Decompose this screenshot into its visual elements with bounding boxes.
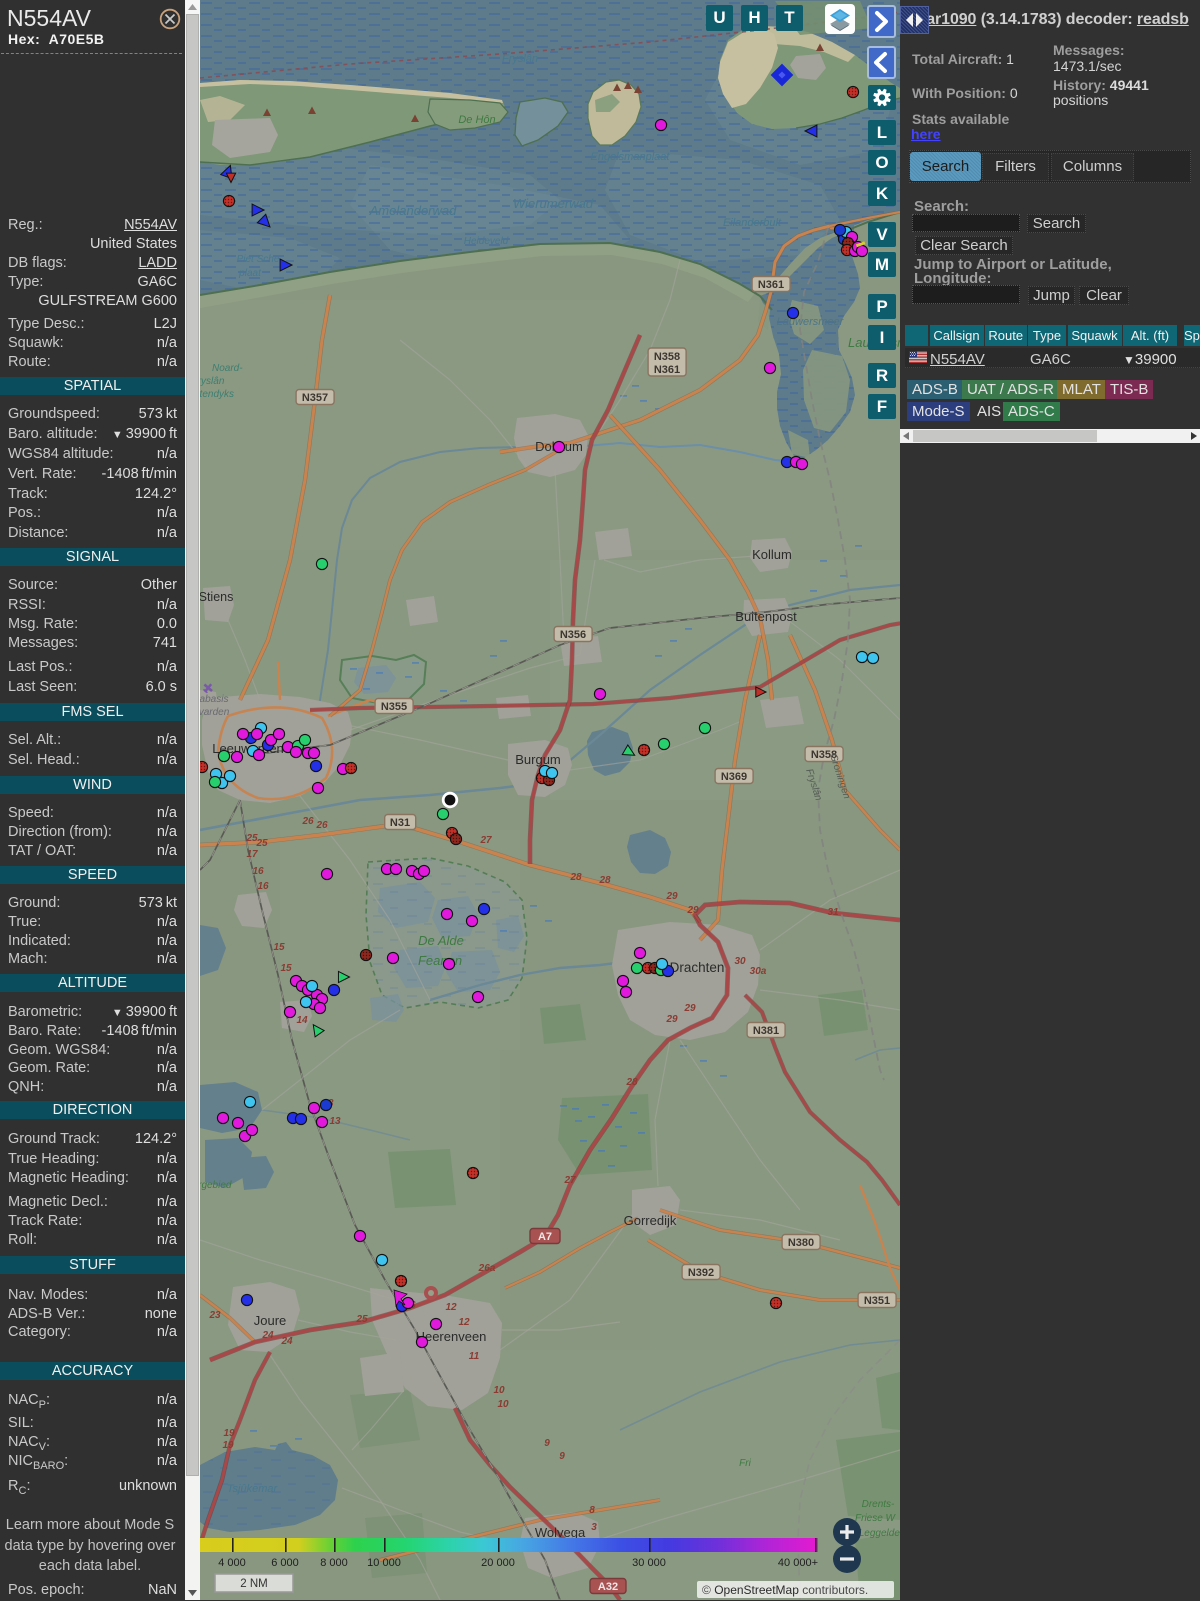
svg-text:27: 27: [479, 835, 492, 846]
svg-text:15: 15: [280, 963, 292, 974]
svg-text:ûtendyks: ûtendyks: [200, 389, 234, 400]
svg-text:Buitenpost: Buitenpost: [735, 609, 797, 624]
svg-text:24: 24: [261, 1330, 274, 1341]
svg-text:N31: N31: [390, 817, 410, 829]
svg-text:29: 29: [665, 891, 678, 902]
svg-text:Feanen: Feanen: [418, 953, 462, 968]
svg-text:3: 3: [591, 1522, 597, 1533]
svg-text:Leggelder: Leggelder: [859, 1528, 900, 1539]
svg-text:20 000: 20 000: [481, 1557, 515, 1569]
svg-text:28: 28: [625, 1077, 638, 1088]
svg-text:N351: N351: [864, 1295, 890, 1307]
svg-text:Joure: Joure: [254, 1313, 287, 1328]
svg-text:varden: varden: [200, 707, 230, 718]
svg-text:13: 13: [329, 1116, 341, 1127]
svg-text:N358: N358: [654, 351, 680, 363]
svg-text:abasis: abasis: [200, 694, 228, 705]
svg-text:30: 30: [734, 956, 746, 967]
svg-text:10: 10: [493, 1385, 505, 1396]
svg-text:14: 14: [296, 1015, 308, 1026]
svg-text:A32: A32: [598, 1581, 618, 1593]
svg-text:4 000: 4 000: [218, 1557, 246, 1569]
svg-text:N361: N361: [654, 364, 680, 376]
svg-text:N380: N380: [788, 1237, 814, 1249]
svg-text:Friese W: Friese W: [855, 1513, 897, 1524]
svg-text:De Hôn: De Hôn: [458, 114, 495, 126]
svg-text:Lauwersmeer: Lauwersmeer: [777, 316, 845, 328]
svg-text:Fryslân: Fryslân: [200, 376, 225, 387]
svg-text:29: 29: [683, 1003, 696, 1014]
svg-text:Kollum: Kollum: [752, 547, 792, 562]
svg-text:25: 25: [355, 1314, 368, 1325]
svg-text:6 000: 6 000: [271, 1557, 299, 1569]
svg-text:30 000: 30 000: [632, 1557, 666, 1569]
svg-text:N356: N356: [560, 629, 586, 641]
svg-text:16: 16: [257, 881, 269, 892]
svg-text:19: 19: [223, 1428, 235, 1439]
svg-text:Stiens: Stiens: [200, 590, 233, 604]
svg-text:28: 28: [598, 875, 611, 886]
svg-text:24: 24: [280, 1336, 293, 1347]
svg-text:Engelsmanplaat: Engelsmanplaat: [591, 151, 671, 163]
svg-text:29: 29: [665, 1014, 678, 1025]
svg-text:19: 19: [222, 1440, 234, 1451]
svg-text:N392: N392: [688, 1267, 714, 1279]
svg-text:30a: 30a: [750, 966, 767, 977]
svg-text:N361: N361: [758, 279, 784, 291]
svg-text:29: 29: [686, 905, 699, 916]
svg-text:Drachten: Drachten: [670, 960, 725, 975]
svg-text:ergebied: ergebied: [200, 1180, 232, 1191]
svg-text:26: 26: [301, 816, 314, 827]
svg-text:25: 25: [255, 838, 268, 849]
svg-text:11: 11: [469, 1351, 480, 1362]
svg-text:8: 8: [589, 1505, 595, 1516]
svg-text:Gorredijk: Gorredijk: [624, 1213, 677, 1228]
svg-text:2 NM: 2 NM: [240, 1578, 267, 1590]
svg-text:N369: N369: [721, 771, 747, 783]
svg-text:Fri: Fri: [739, 1458, 751, 1469]
svg-text:9: 9: [544, 1438, 550, 1449]
svg-text:26: 26: [315, 820, 328, 831]
svg-text:Wolvega: Wolvega: [535, 1525, 586, 1540]
svg-text:Drents-: Drents-: [862, 1499, 895, 1510]
svg-text:12: 12: [458, 1317, 470, 1328]
svg-text:Piet Sche: Piet Sche: [237, 254, 280, 265]
svg-text:10: 10: [497, 1399, 509, 1410]
svg-text:40 000+: 40 000+: [778, 1557, 818, 1569]
svg-text:8 000: 8 000: [320, 1557, 348, 1569]
svg-text:9: 9: [559, 1451, 565, 1462]
svg-text:12: 12: [445, 1302, 457, 1313]
svg-text:23: 23: [208, 1310, 221, 1321]
svg-text:Tsjûkemar: Tsjûkemar: [227, 1483, 279, 1495]
svg-text:De Alde: De Alde: [418, 933, 464, 948]
svg-text:26a: 26a: [478, 1263, 496, 1274]
svg-text:Amelanderwad: Amelanderwad: [369, 203, 457, 218]
svg-text:Heideveld: Heideveld: [464, 236, 509, 247]
svg-text:N381: N381: [753, 1025, 779, 1037]
svg-text:10 000: 10 000: [367, 1557, 401, 1569]
svg-text:Eilanderbult: Eilanderbult: [723, 217, 782, 229]
svg-text:Burgum: Burgum: [515, 752, 561, 767]
svg-text:Wierumerwad: Wierumerwad: [513, 196, 594, 211]
svg-text:Fryslân: Fryslân: [502, 53, 538, 65]
svg-text:27: 27: [563, 1175, 576, 1186]
svg-text:A7: A7: [538, 1231, 552, 1243]
svg-text:© OpenStreetMap contributors.: © OpenStreetMap contributors.: [702, 1583, 868, 1597]
svg-text:Noard-: Noard-: [212, 363, 243, 374]
svg-text:15: 15: [273, 942, 285, 953]
svg-text:31: 31: [827, 907, 839, 918]
svg-text:N355: N355: [381, 701, 407, 713]
svg-text:plaat: plaat: [238, 268, 262, 279]
svg-text:17: 17: [246, 849, 258, 860]
svg-text:N357: N357: [302, 392, 328, 404]
svg-text:16: 16: [252, 866, 264, 877]
svg-text:28: 28: [569, 872, 582, 883]
